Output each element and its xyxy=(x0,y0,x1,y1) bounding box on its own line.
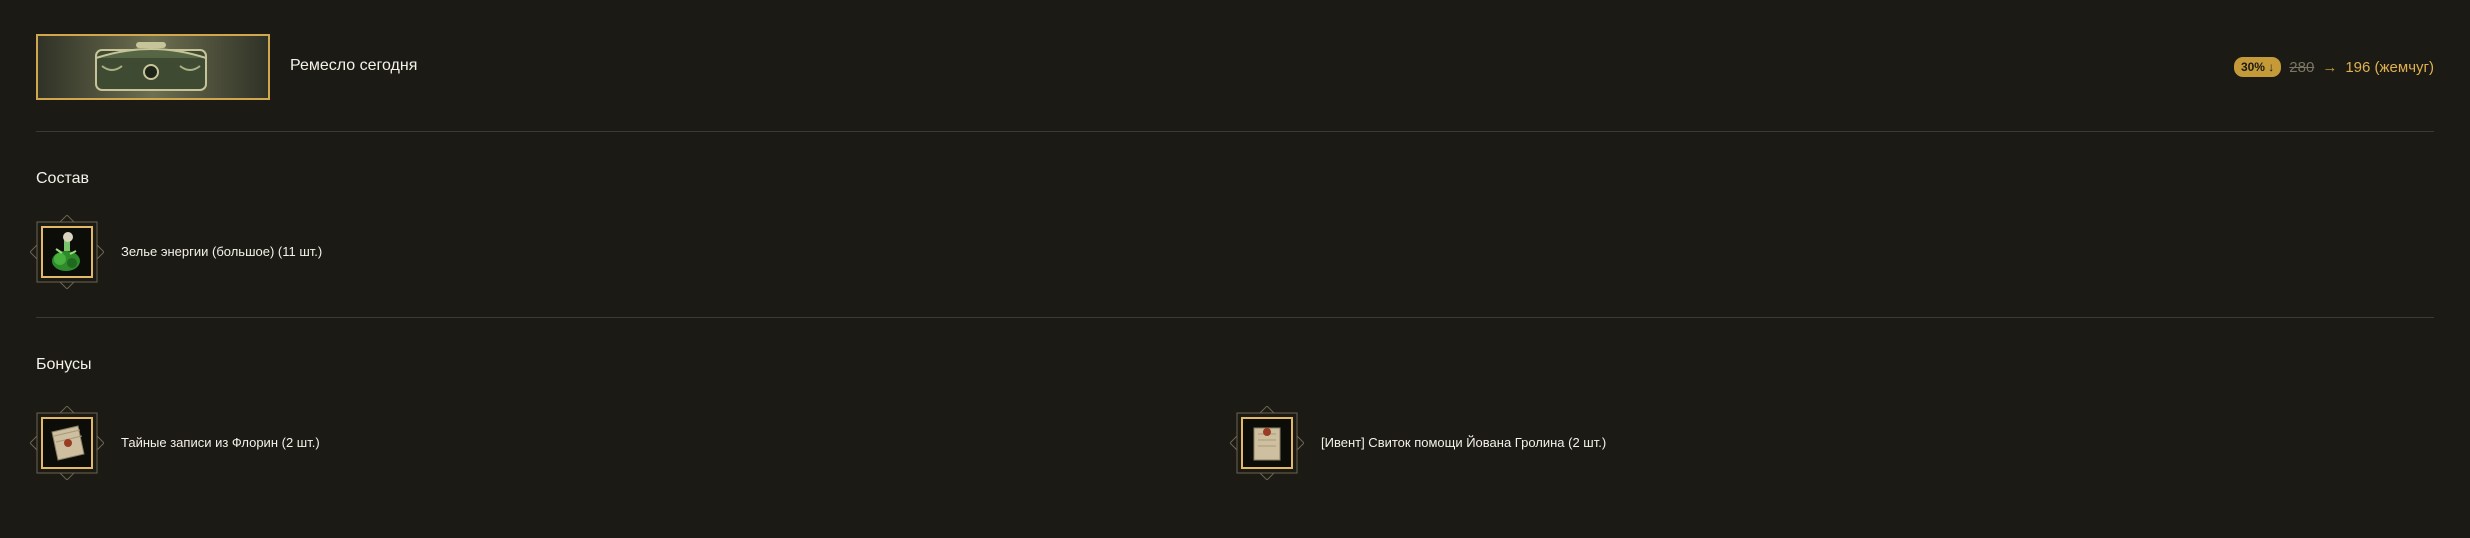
bonuses-title: Бонусы xyxy=(36,356,92,373)
product-header: Ремесло сегодня 30% ↓ 280 → 196 (жемчуг) xyxy=(36,34,2434,100)
bonus-item[interactable]: Тайные записи из Флорин (2 шт.) xyxy=(30,406,450,480)
item-frame xyxy=(1230,406,1304,480)
sealed-letter-icon xyxy=(51,425,85,461)
item-frame xyxy=(30,406,104,480)
product-title: Ремесло сегодня xyxy=(290,57,418,74)
old-price: 280 xyxy=(2289,58,2315,76)
sealed-letter-icon xyxy=(1253,427,1281,461)
discount-badge: 30% ↓ xyxy=(2233,57,2282,77)
item-label: [Ивент] Свиток помощи Йована Гролина (2 … xyxy=(1321,435,1607,450)
divider xyxy=(36,317,2434,318)
price-block: 30% ↓ 280 → 196 (жемчуг) xyxy=(2233,57,2434,77)
chest-image xyxy=(36,34,270,100)
price-arrow: → xyxy=(2322,58,2338,76)
item-label: Зелье энергии (большое) (11 шт.) xyxy=(121,244,323,259)
green-potion-icon xyxy=(52,232,80,271)
new-price: 196 (жемчуг) xyxy=(2345,58,2434,76)
item-frame xyxy=(30,215,104,289)
composition-item[interactable]: Зелье энергии (большое) (11 шт.) xyxy=(30,215,450,289)
composition-title: Состав xyxy=(36,170,89,187)
bonus-item[interactable]: [Ивент] Свиток помощи Йована Гролина (2 … xyxy=(1230,406,1790,480)
divider xyxy=(36,131,2434,132)
item-label: Тайные записи из Флорин (2 шт.) xyxy=(121,435,320,450)
